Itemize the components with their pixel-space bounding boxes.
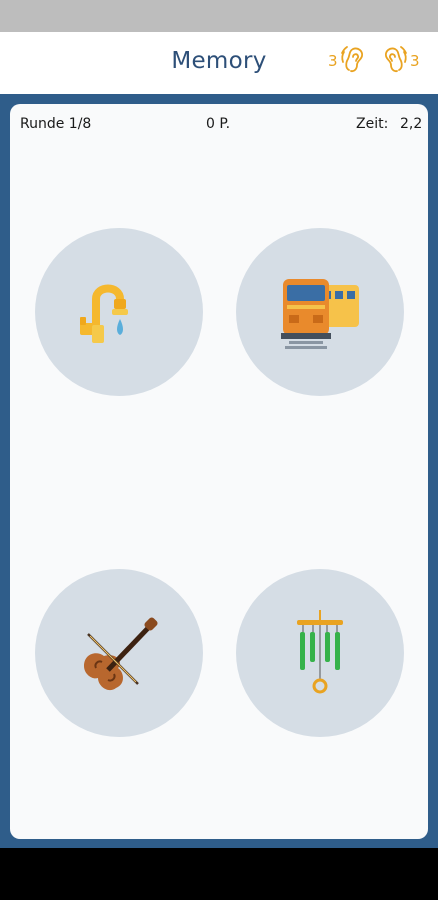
- hearing-left-count: 3: [328, 52, 338, 70]
- app-header: Memory 3 3: [0, 32, 438, 94]
- status-bar: [0, 0, 438, 32]
- game-board: [10, 104, 428, 839]
- time-label: Zeit:: [356, 116, 389, 132]
- memory-card-faucet[interactable]: [35, 228, 203, 396]
- violin-icon: [84, 617, 158, 691]
- page-title: Memory: [171, 48, 267, 74]
- hearing-ear-icon: [384, 46, 407, 73]
- navigation-bar: [0, 848, 438, 900]
- memory-card-train[interactable]: [236, 228, 404, 396]
- wind-chime-icon: [297, 610, 343, 694]
- faucet-icon: [80, 284, 128, 343]
- round-counter: Runde 1/8: [20, 116, 92, 132]
- memory-card-violin[interactable]: [35, 569, 203, 737]
- hearing-right-button[interactable]: 3: [378, 42, 420, 80]
- memory-card-wind-chime[interactable]: [236, 569, 404, 737]
- points-display: 0 P.: [206, 116, 231, 132]
- time-value: 2,2: [400, 116, 423, 132]
- hearing-left-button[interactable]: 3: [328, 42, 370, 80]
- hearing-ear-icon: [340, 46, 363, 73]
- hearing-right-count: 3: [410, 52, 420, 70]
- train-icon: [281, 279, 359, 349]
